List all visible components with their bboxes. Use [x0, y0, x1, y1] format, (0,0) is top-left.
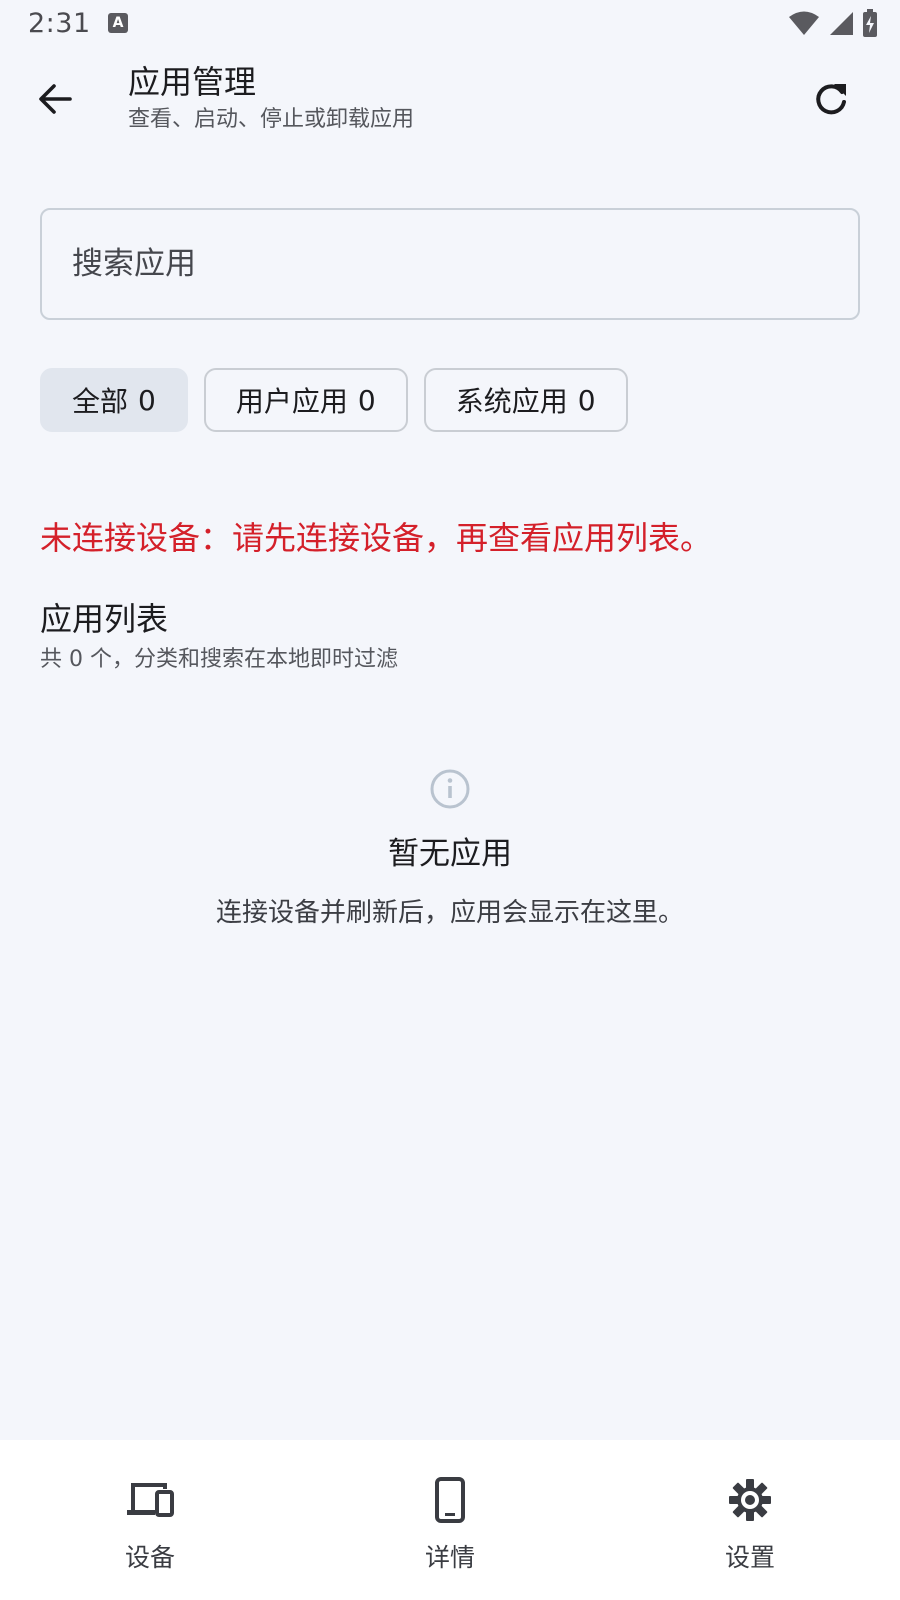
refresh-button[interactable] — [806, 74, 856, 124]
nav-item-devices[interactable]: 设备 — [0, 1440, 300, 1600]
search-input[interactable] — [42, 210, 858, 318]
arrow-back-icon — [39, 84, 72, 114]
search-field[interactable] — [40, 208, 860, 320]
nav-label: 详情 — [424, 1543, 475, 1572]
chip-count: 0 — [357, 383, 376, 417]
chip-label: 全部 — [72, 385, 129, 418]
devices-icon — [127, 1483, 174, 1517]
page-title: 应用管理 — [128, 63, 257, 101]
back-button[interactable] — [30, 74, 80, 124]
refresh-icon — [816, 84, 846, 115]
page-subtitle: 查看、启动、停止或卸载应用 — [128, 107, 415, 132]
chip-system-apps[interactable]: 系统应用 0 — [423, 368, 628, 432]
status-icons — [788, 9, 878, 37]
chip-count: 0 — [138, 383, 156, 417]
chip-count: 0 — [577, 383, 596, 417]
nav-item-details[interactable]: 详情 — [300, 1440, 600, 1600]
info-icon — [430, 769, 470, 809]
chip-user-apps[interactable]: 用户应用 0 — [203, 368, 408, 432]
title-block: 应用管理 查看、启动、停止或卸载应用 — [128, 62, 414, 136]
bottom-navigation: 设备 详情 设置 — [0, 1440, 900, 1600]
chip-all[interactable]: 全部 0 — [40, 368, 188, 432]
empty-state-description: 连接设备并刷新后，应用会显示在这里。 — [215, 898, 684, 928]
error-message: 未连接设备：请先连接设备，再查看应用列表。 — [40, 519, 713, 557]
empty-state-title: 暂无应用 — [388, 836, 512, 872]
keyboard-notification-icon: A — [108, 13, 128, 33]
battery-charging-icon — [863, 9, 877, 37]
gear-icon — [729, 1479, 771, 1521]
phone-icon — [435, 1477, 465, 1523]
nav-item-settings[interactable]: 设置 — [600, 1440, 900, 1600]
filter-chips: 全部 0 用户应用 0 系统应用 0 — [40, 368, 628, 432]
status-bar: 2:31 A — [0, 0, 900, 48]
app-screen: 2:31 A 应用管理 查看、启动、停止或卸载应用 搜索应用 全部 0 用户应用… — [0, 0, 900, 1600]
status-time: 2:31 — [28, 8, 91, 39]
chip-label: 系统应用 — [455, 385, 568, 418]
list-title: 应用列表 — [40, 600, 169, 638]
list-summary: 共 0 个，分类和搜索在本地即时过滤 — [40, 647, 398, 672]
chip-label: 用户应用 — [235, 385, 348, 418]
nav-label: 设备 — [124, 1543, 175, 1572]
wifi-icon — [789, 11, 819, 35]
cellular-signal-icon — [830, 12, 853, 35]
nav-label: 设置 — [724, 1543, 775, 1572]
